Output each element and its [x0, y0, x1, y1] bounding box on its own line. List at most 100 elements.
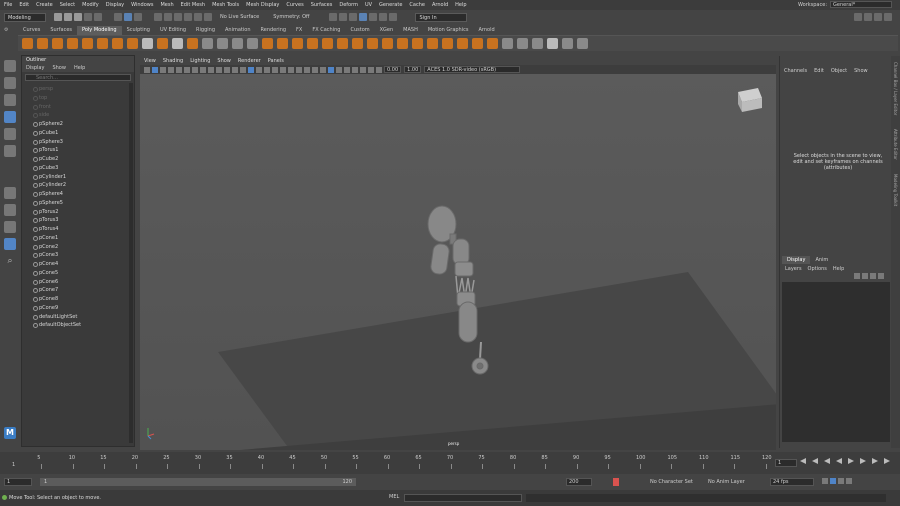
smooth-icon[interactable] [232, 38, 243, 49]
viewport-menu-renderer[interactable]: Renderer [238, 58, 261, 64]
snap-pivot-icon[interactable] [204, 13, 212, 21]
isolate-select-icon[interactable] [312, 66, 318, 73]
shelf-tab-rendering[interactable]: Rendering [256, 26, 292, 35]
menu-curves[interactable]: Curves [286, 2, 303, 8]
outliner-item[interactable]: pTorus2 [22, 208, 130, 217]
menu-mesh[interactable]: Mesh [160, 2, 173, 8]
side-tab[interactable]: Attribute Editor [893, 129, 898, 160]
use-lights-icon[interactable] [272, 66, 278, 73]
grid-icon[interactable] [562, 38, 573, 49]
type-text-icon[interactable] [172, 38, 183, 49]
film-gate-icon[interactable] [184, 66, 190, 73]
menu-surfaces[interactable]: Surfaces [311, 2, 333, 8]
anti-aliasing-icon[interactable] [304, 66, 310, 73]
shelf-tab-fx[interactable]: FX [291, 26, 307, 35]
shelf-tab-uv-editing[interactable]: UV Editing [155, 26, 191, 35]
tool-settings-icon[interactable] [874, 13, 882, 21]
viewport-menu-panels[interactable]: Panels [268, 58, 284, 64]
search-icon[interactable]: ⌕ [4, 255, 16, 267]
viewport-3d[interactable]: persp [140, 74, 776, 450]
viewport-menu-show[interactable]: Show [217, 58, 231, 64]
fps-dropdown[interactable]: 24 fps [770, 478, 814, 486]
four-view-layout-icon[interactable] [4, 204, 16, 216]
paint-icon[interactable] [547, 38, 558, 49]
time-slider[interactable]: 1 5 10 15 20 25 30 35 40 45 50 55 60 65 70 75 80 85 90 95 1… [0, 452, 900, 474]
modeling-toolkit-icon[interactable] [854, 13, 862, 21]
render-icon[interactable] [329, 13, 338, 21]
workspace-dropdown[interactable]: General* [830, 1, 892, 8]
outliner-item[interactable]: side [22, 111, 130, 120]
new-scene-icon[interactable] [54, 13, 62, 21]
shelf-tab-surfaces[interactable]: Surfaces [45, 26, 77, 35]
separate-icon[interactable] [217, 38, 228, 49]
svg-icon[interactable] [187, 38, 198, 49]
outliner-item[interactable]: pCone3 [22, 251, 130, 260]
viewport-menu-shading[interactable]: Shading [163, 58, 183, 64]
texture-editor-icon[interactable] [502, 38, 513, 49]
symmetry-label[interactable]: Symmetry: Off [273, 14, 309, 20]
menu-arnold[interactable]: Arnold [432, 2, 448, 8]
outliner-item[interactable]: pCone8 [22, 295, 130, 304]
auto-key-icon[interactable] [613, 478, 619, 486]
side-tab[interactable]: Channel Box / Layer Editor [893, 62, 898, 115]
channel-menu-show[interactable]: Show [854, 68, 868, 74]
outliner-item[interactable]: defaultObjectSet [22, 321, 130, 330]
side-tab[interactable]: Modeling Toolkit [893, 174, 898, 206]
dof-icon[interactable] [352, 66, 358, 73]
menu-display[interactable]: Display [106, 2, 124, 8]
poly-torus-icon[interactable] [82, 38, 93, 49]
outliner-menu-show[interactable]: Show [52, 65, 66, 71]
outliner-item[interactable]: pCone4 [22, 260, 130, 269]
outliner-item[interactable]: pSphere3 [22, 138, 130, 147]
move-tool-icon[interactable] [4, 111, 16, 123]
layer-tab-display[interactable]: Display [782, 256, 811, 264]
select-by-object-icon[interactable] [124, 13, 132, 21]
xray-icon[interactable] [320, 66, 326, 73]
go-to-end-icon[interactable] [884, 458, 890, 464]
shelf-tab-sculpting[interactable]: Sculpting [122, 26, 155, 35]
shelf-settings-icon[interactable]: ⚙ [4, 27, 14, 35]
outliner-item[interactable]: pCube1 [22, 129, 130, 138]
outliner-item[interactable]: pCube2 [22, 155, 130, 164]
image-plane-icon[interactable] [168, 66, 174, 73]
shelf-tab-custom[interactable]: Custom [345, 26, 374, 35]
outliner-item[interactable]: pTorus3 [22, 216, 130, 225]
outliner-item[interactable]: front [22, 103, 130, 112]
scale-tool-icon[interactable] [4, 145, 16, 157]
menu-generate[interactable]: Generate [379, 2, 402, 8]
layout-uv-icon[interactable] [532, 38, 543, 49]
shadows-icon[interactable] [280, 66, 286, 73]
shelf-tab-arnold[interactable]: Arnold [473, 26, 499, 35]
layer-list[interactable] [782, 282, 890, 442]
cache-playback-icon[interactable] [830, 478, 836, 484]
outliner-search-input[interactable]: Search... [25, 74, 131, 81]
shelf-tab-poly-modeling[interactable]: Poly Modeling [77, 26, 122, 35]
new-layer-selected-icon[interactable] [862, 273, 868, 279]
channel-menu-object[interactable]: Object [831, 68, 847, 74]
anim-layer-dropdown[interactable]: No Anim Layer [708, 479, 745, 485]
outliner-item[interactable]: pCone9 [22, 304, 130, 313]
menu-help[interactable]: Help [455, 2, 466, 8]
arnold-render-icon[interactable] [379, 13, 388, 21]
open-scene-icon[interactable] [64, 13, 72, 21]
smooth-shade-icon[interactable] [240, 66, 246, 73]
mel-command-input[interactable] [404, 494, 522, 502]
scene-start-field[interactable]: 1 [4, 478, 32, 486]
undo-icon[interactable] [84, 13, 92, 21]
shade-wireframe-icon[interactable] [248, 66, 254, 73]
snap-curve-icon[interactable] [164, 13, 172, 21]
color-space-dropdown[interactable]: ACES 1.0 SDR-video (sRGB) [424, 66, 521, 73]
textured-icon[interactable] [264, 66, 270, 73]
boolean-icon[interactable] [247, 38, 258, 49]
step-forward-key-icon[interactable] [872, 458, 878, 464]
two-sided-icon[interactable] [376, 66, 382, 73]
brush-icon[interactable] [577, 38, 588, 49]
append-polygon-icon[interactable] [337, 38, 348, 49]
outliner-item[interactable]: pTorus1 [22, 146, 130, 155]
channel-box-icon[interactable] [884, 13, 892, 21]
menu-windows[interactable]: Windows [131, 2, 153, 8]
single-view-layout-icon[interactable] [4, 187, 16, 199]
menu-create[interactable]: Create [36, 2, 53, 8]
save-scene-icon[interactable] [74, 13, 82, 21]
menu-edit[interactable]: Edit [19, 2, 29, 8]
